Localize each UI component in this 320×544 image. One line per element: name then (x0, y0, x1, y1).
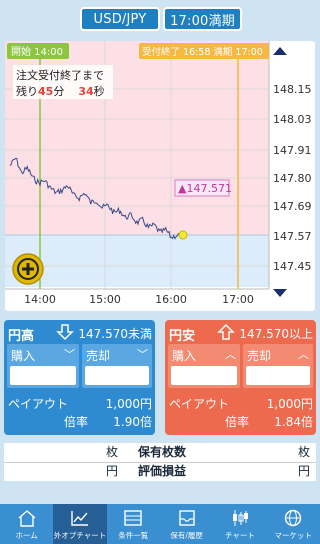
holdings-count-row: 枚 保有枚数 枚 (4, 443, 316, 462)
high-sell-price: 458円 (85, 366, 149, 385)
x-tick: 15:00 (89, 293, 121, 306)
high-buy-label: 購入 (11, 349, 36, 363)
countdown-line1: 注文受付終了まで (16, 68, 104, 82)
tab-conditions[interactable]: 条件一覧 (107, 504, 160, 544)
high-ratio-value: 1.90倍 (113, 415, 152, 429)
countdown-minutes: 45 (38, 85, 53, 98)
chart-svg: 148.15 148.03 147.91 147.80 147.69 147.5… (5, 41, 315, 311)
chevron-down-icon: ﹀ (64, 348, 75, 361)
yen-low-panel: 円安 147.570以上 購入 ︿ 542円 売却 ︿ 474円 ペイアウト 1… (165, 320, 316, 435)
tab-label: ホーム (15, 531, 38, 540)
y-tick: 147.80 (273, 172, 312, 185)
scroll-up-button[interactable] (273, 47, 311, 69)
x-axis: 14:00 15:00 16:00 17:00 (24, 293, 254, 306)
high-sell-button[interactable]: 売却 ﹀ 458円 (82, 344, 152, 388)
countdown-prefix: 残り (16, 84, 38, 98)
globe-icon (285, 509, 302, 527)
down-arrow-icon (273, 289, 287, 297)
y-tick: 148.03 (273, 113, 312, 126)
y-tick: 147.69 (273, 200, 312, 213)
chevron-down-icon: ﹀ (137, 348, 148, 361)
bottom-tab-bar: ホーム 外オプチャート 条件一覧 保有/履歴 チャート マーケット (0, 504, 320, 544)
pl-unit-right: 円 (297, 464, 310, 478)
tab-option-chart[interactable]: 外オプチャート (53, 504, 107, 544)
tab-holdings-history[interactable]: 保有/履歴 (160, 504, 213, 544)
high-threshold: 147.570未満 (78, 327, 152, 341)
y-tick: 147.91 (273, 144, 312, 157)
up-arrow-icon (273, 47, 287, 55)
count-label: 保有枚数 (138, 445, 187, 459)
high-buy-button[interactable]: 購入 ﹀ 526円 (7, 344, 79, 388)
holdings-pl-row: 円 評価損益 円 (4, 462, 316, 481)
low-sell-label: 売却 (247, 349, 272, 363)
tab-label: 外オプチャート (53, 531, 107, 540)
candlestick-icon (232, 510, 248, 526)
countdown-seconds: 34 (78, 85, 94, 98)
high-buy-price: 526円 (10, 366, 76, 385)
high-title: 円高 (8, 329, 35, 344)
y-tick: 147.45 (273, 260, 312, 273)
expiry-button[interactable]: 17:00満期 (163, 7, 242, 31)
chart-line-icon (71, 511, 88, 526)
tab-chart[interactable]: チャート (213, 504, 266, 544)
home-icon (18, 510, 36, 527)
low-ratio-value: 1.84倍 (274, 415, 313, 429)
count-unit-right: 枚 (297, 445, 310, 459)
tab-label: マーケット (274, 531, 313, 540)
x-tick: 16:00 (155, 293, 187, 306)
low-sell-button[interactable]: 売却 ︿ 474円 (243, 344, 313, 388)
tab-label: 保有/履歴 (170, 531, 203, 540)
low-title: 円安 (169, 329, 196, 344)
countdown-sec-unit: 秒 (94, 84, 105, 98)
tab-home[interactable]: ホーム (0, 504, 53, 544)
tab-label: チャート (225, 531, 255, 540)
end-label: 受付終了 16:58 満期 17:00 (142, 46, 263, 58)
high-ratio-label: 倍率 (64, 415, 89, 429)
y-tick: 147.57 (273, 230, 312, 243)
start-label: 開始 14:00 (11, 45, 63, 58)
low-sell-price: 474円 (246, 366, 310, 385)
price-marker: ▲147.571 (178, 182, 232, 195)
low-buy-price: 542円 (171, 366, 237, 385)
current-price-dot (178, 230, 188, 240)
pl-label: 評価損益 (138, 464, 187, 478)
low-ratio-label: 倍率 (225, 415, 250, 429)
low-buy-button[interactable]: 購入 ︿ 542円 (168, 344, 240, 388)
low-payout-value: 1,000円 (266, 397, 313, 411)
chevron-up-icon: ︿ (298, 348, 309, 361)
yen-high-panel: 円高 147.570未満 購入 ﹀ 526円 売却 ﹀ 458円 ペイアウト 1… (4, 320, 155, 435)
price-chart: 148.15 148.03 147.91 147.80 147.69 147.5… (5, 41, 315, 311)
tray-icon (178, 510, 195, 526)
chevron-up-icon: ︿ (225, 348, 236, 361)
lower-zone (5, 235, 269, 287)
x-tick: 17:00 (222, 293, 254, 306)
tab-market[interactable]: マーケット (267, 504, 320, 544)
scroll-down-button[interactable] (273, 289, 311, 311)
x-tick: 14:00 (24, 293, 56, 306)
pl-unit-left: 円 (106, 464, 119, 478)
high-payout-value: 1,000円 (105, 397, 152, 411)
count-unit-left: 枚 (106, 445, 119, 459)
arrow-up-icon (217, 323, 235, 340)
y-tick: 148.15 (273, 83, 312, 96)
high-sell-label: 売却 (86, 349, 111, 363)
zoom-plus-icon[interactable] (12, 253, 44, 285)
low-buy-label: 購入 (172, 349, 197, 363)
low-payout-label: ペイアウト (169, 397, 230, 411)
high-payout-label: ペイアウト (8, 397, 69, 411)
tab-label: 条件一覧 (118, 531, 149, 540)
countdown-min-unit: 分 (53, 85, 64, 98)
countdown-line2: 残り45分 34秒 (16, 84, 105, 98)
list-icon (124, 510, 143, 526)
low-threshold: 147.570以上 (239, 327, 313, 341)
holdings-summary: 枚 保有枚数 枚 円 評価損益 円 (4, 443, 316, 481)
currency-pair-button[interactable]: USD/JPY (80, 7, 160, 31)
arrow-down-icon (56, 324, 74, 341)
